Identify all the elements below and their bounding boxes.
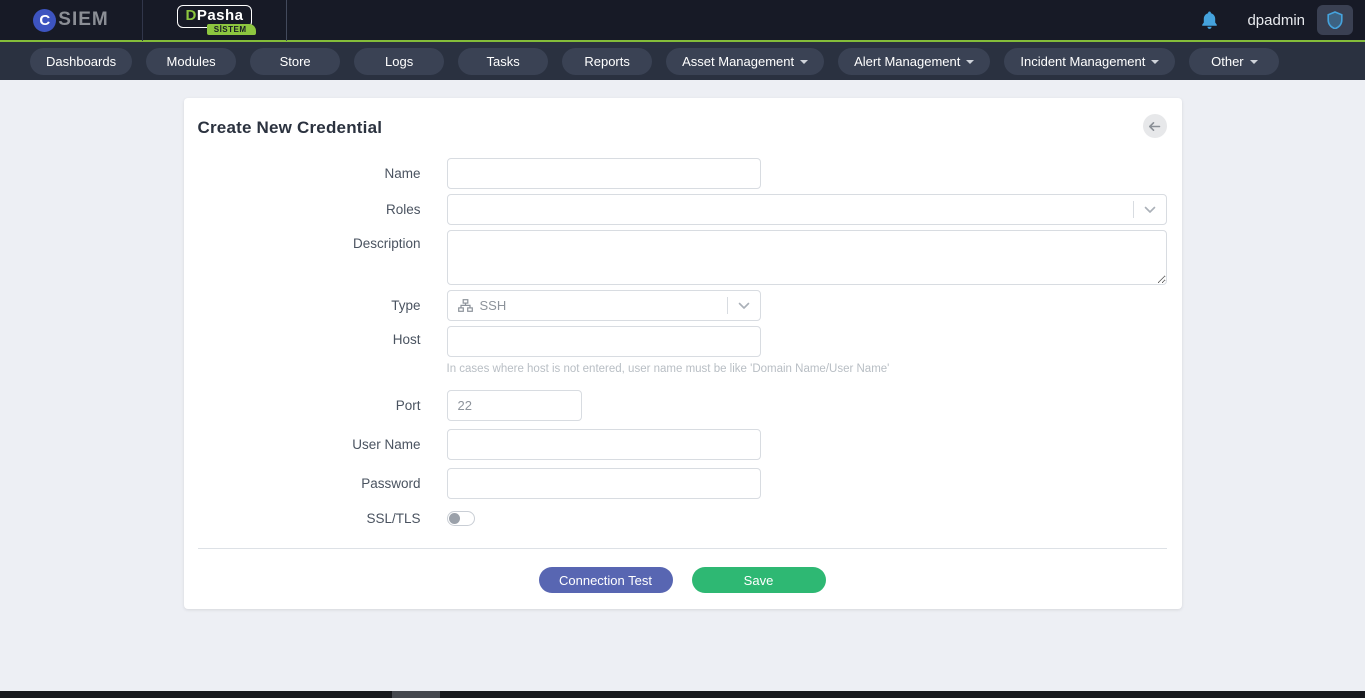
nav-item[interactable]: Alert Management [838, 48, 990, 75]
arrow-left-icon [1148, 121, 1161, 132]
page-title: Create New Credential [198, 114, 383, 138]
dpasha-logo: DPasha SİSTEM [143, 0, 287, 41]
user-name-input[interactable] [447, 429, 761, 460]
main-nav: Dashboards Modules Store Logs Tasks Repo… [0, 42, 1365, 80]
port-label: Port [198, 398, 421, 413]
dpasha-logo-badge: SİSTEM [207, 24, 256, 35]
nav-item[interactable]: Logs [354, 48, 444, 75]
port-input[interactable] [447, 390, 582, 421]
name-label: Name [198, 166, 421, 181]
type-select[interactable]: SSH [447, 290, 761, 321]
type-label: Type [198, 298, 421, 313]
nav-item[interactable]: Incident Management [1004, 48, 1175, 75]
user-name-label: User Name [198, 437, 421, 452]
roles-select[interactable] [447, 194, 1167, 225]
nav-item[interactable]: Reports [562, 48, 652, 75]
type-selected-value: SSH [480, 298, 507, 313]
password-label: Password [198, 476, 421, 491]
nav-item[interactable]: Tasks [458, 48, 548, 75]
description-label: Description [198, 230, 421, 251]
save-button[interactable]: Save [692, 567, 826, 593]
caret-down-icon [1250, 60, 1258, 64]
csiem-logo-text: SIEM [58, 9, 108, 31]
username-label: dpadmin [1247, 12, 1305, 29]
back-button[interactable] [1143, 114, 1167, 138]
ssl-tls-toggle[interactable] [447, 511, 475, 526]
notifications-bell-icon[interactable] [1200, 10, 1219, 30]
host-hint-text: In cases where host is not entered, user… [447, 363, 1167, 375]
password-input[interactable] [447, 468, 761, 499]
description-textarea[interactable] [447, 230, 1167, 285]
nav-item[interactable]: Asset Management [666, 48, 824, 75]
nav-item[interactable]: Store [250, 48, 340, 75]
ssl-tls-label: SSL/TLS [198, 511, 421, 526]
host-label: Host [198, 326, 421, 347]
caret-down-icon [800, 60, 808, 64]
chevron-down-icon[interactable] [728, 302, 760, 310]
user-menu-button[interactable] [1317, 5, 1353, 35]
roles-input[interactable] [458, 195, 1133, 224]
csiem-logo: C SIEM [0, 0, 143, 41]
nav-item[interactable]: Modules [146, 48, 236, 75]
name-input[interactable] [447, 158, 761, 189]
roles-label: Roles [198, 202, 421, 217]
nav-item[interactable]: Dashboards [30, 48, 132, 75]
host-input[interactable] [447, 326, 761, 357]
nav-item[interactable]: Other [1189, 48, 1279, 75]
shield-icon [1327, 11, 1343, 29]
caret-down-icon [966, 60, 974, 64]
app-header: C SIEM DPasha SİSTEM dpadmin [0, 0, 1365, 42]
horizontal-scrollbar[interactable] [0, 691, 1365, 698]
connection-test-button[interactable]: Connection Test [539, 567, 673, 593]
scrollbar-thumb[interactable] [392, 691, 440, 698]
dpasha-logo-text: Pasha [197, 7, 244, 24]
caret-down-icon [1151, 60, 1159, 64]
create-credential-card: Create New Credential Name Roles [184, 98, 1182, 609]
sitemap-icon [458, 299, 473, 312]
csiem-logo-icon: C [33, 9, 56, 32]
dpasha-logo-d: D [185, 7, 196, 24]
chevron-down-icon[interactable] [1134, 206, 1166, 214]
page-content: Create New Credential Name Roles [0, 80, 1365, 691]
